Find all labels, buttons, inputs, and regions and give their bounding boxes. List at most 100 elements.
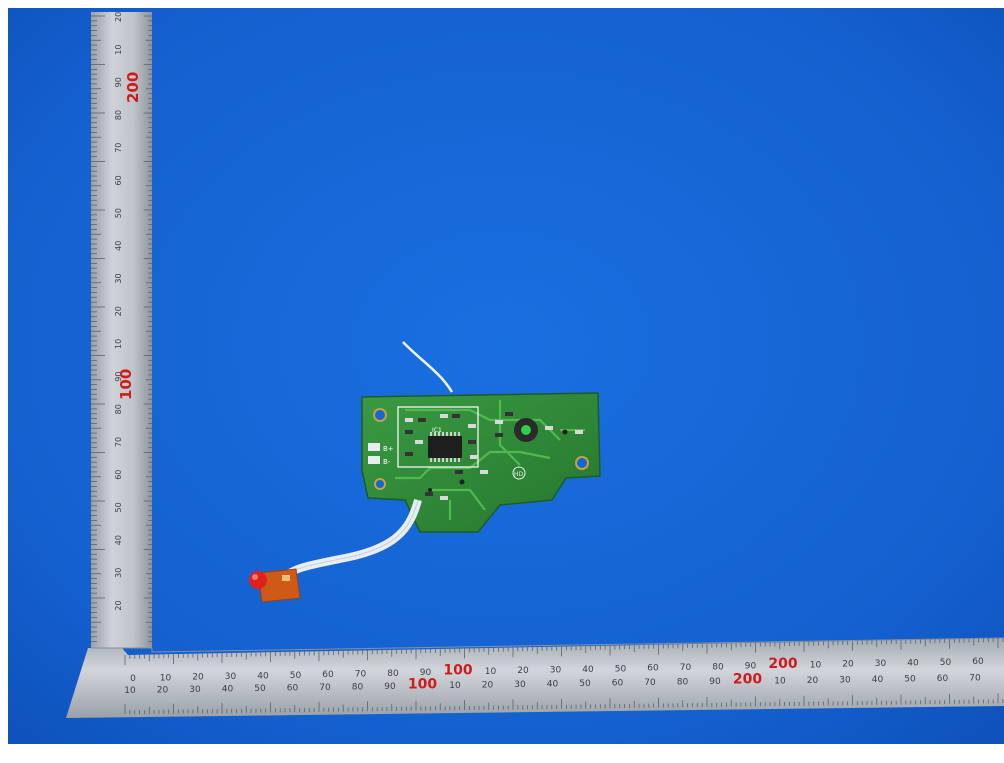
ruler-label: 30 <box>550 666 562 676</box>
smd-component <box>405 452 413 456</box>
ruler-label: 80 <box>352 683 364 693</box>
mounting-hole <box>373 408 387 422</box>
ic-pin <box>430 458 432 462</box>
hd-emblem-text: HD <box>514 471 524 478</box>
ic-pin <box>442 458 444 462</box>
ruler-label: 40 <box>222 685 234 695</box>
photo-border-bottom <box>0 744 1004 763</box>
led-highlight <box>252 574 258 580</box>
ruler-label: 90 <box>114 77 123 87</box>
ruler-label-200: 200 <box>124 72 142 103</box>
ruler-label: 80 <box>387 669 399 679</box>
ruler-label: 50 <box>114 502 123 512</box>
smd-component <box>468 424 476 428</box>
ruler-label: 20 <box>114 12 123 22</box>
ruler-label: 40 <box>547 680 559 690</box>
ruler-label: 20 <box>114 306 123 316</box>
smd-component <box>405 430 413 434</box>
ruler-label: 40 <box>114 535 123 545</box>
ruler-label: 90 <box>384 682 396 692</box>
ic-pin <box>446 458 448 462</box>
ruler-label: 40 <box>907 658 919 668</box>
ruler-label: 30 <box>875 659 887 669</box>
ic-pin <box>442 432 444 436</box>
via <box>562 429 568 435</box>
ruler-label: 70 <box>680 663 692 673</box>
ruler-label: 10 <box>449 681 461 691</box>
ic-pin <box>454 432 456 436</box>
via <box>428 488 432 492</box>
mounting-hole <box>575 456 589 470</box>
photo-border-left <box>0 0 8 763</box>
smd-component <box>405 418 413 422</box>
ruler-label: 20 <box>807 676 819 686</box>
smd-component <box>470 455 478 459</box>
ruler-label: 10 <box>810 660 822 670</box>
label-b-plus: B+ <box>383 445 394 453</box>
ruler-label: 50 <box>290 671 302 681</box>
via <box>459 479 465 485</box>
ruler-label: 10 <box>160 673 172 683</box>
product-photo: 20 10 90 80 70 60 50 40 30 20 10 90 80 70 60 50 40 30 20 2… <box>0 0 1004 763</box>
smd-component <box>495 420 503 424</box>
ruler-label: 20 <box>157 686 169 696</box>
ic-pin <box>446 432 448 436</box>
ruler-label: 100 <box>443 663 472 679</box>
ruler-label: 10 <box>774 676 786 686</box>
ruler-label: 90 <box>745 662 757 672</box>
ruler-label: 70 <box>114 143 123 153</box>
ruler-label: 50 <box>579 679 591 689</box>
ruler-label: 0 <box>130 674 136 684</box>
led-pad <box>282 575 290 581</box>
ruler-label: 30 <box>225 672 237 682</box>
ruler-label-100: 100 <box>117 369 135 400</box>
ic-pin <box>450 458 452 462</box>
smd-component <box>440 496 448 500</box>
ruler-label: 40 <box>257 671 269 681</box>
ruler-label: 10 <box>485 667 497 677</box>
ruler-label: 80 <box>712 662 724 672</box>
ruler-label: 60 <box>322 670 334 680</box>
smd-component <box>452 414 460 418</box>
smd-component <box>418 418 426 422</box>
ic-pin <box>434 458 436 462</box>
ruler-label: 90 <box>709 677 721 687</box>
connector-pad <box>368 443 380 451</box>
ruler-label: 80 <box>114 404 123 414</box>
ruler-label: 20 <box>482 681 494 691</box>
ruler-label: 50 <box>940 658 952 668</box>
ruler-label: 80 <box>114 110 123 120</box>
ruler-label: 60 <box>647 664 659 674</box>
ruler-label: 30 <box>839 675 851 685</box>
ruler-label: 60 <box>972 657 984 667</box>
mounting-hole <box>374 478 386 490</box>
ruler-label: 70 <box>114 437 123 447</box>
photo-border-top <box>0 0 1004 8</box>
ruler-label: 60 <box>287 684 299 694</box>
photo-frame: 20 10 90 80 70 60 50 40 30 20 10 90 80 70 60 50 40 30 20 2… <box>0 0 1004 763</box>
vertical-ruler: 20109080706050403020109080706050403020 2… <box>91 12 152 648</box>
ruler-label: 60 <box>612 679 624 689</box>
ruler-label: 20 <box>192 673 204 683</box>
smd-component <box>415 440 423 444</box>
smd-component <box>545 426 553 430</box>
ic-pin <box>438 458 440 462</box>
ruler-label: 100 <box>408 677 437 693</box>
ruler-label: 50 <box>904 674 916 684</box>
ruler-label: 70 <box>644 678 656 688</box>
smd-component <box>455 470 463 474</box>
label-b-minus: B- <box>383 458 391 466</box>
smd-component <box>480 470 488 474</box>
inductor-core <box>521 425 531 435</box>
ruler-label: 20 <box>842 660 854 670</box>
ic-pin <box>454 458 456 462</box>
ruler-label: 20 <box>114 600 123 610</box>
ruler-label: 20 <box>517 666 529 676</box>
ic-pin <box>458 432 460 436</box>
smd-component <box>440 414 448 418</box>
led-lens <box>249 571 267 589</box>
ruler-label: 60 <box>114 470 123 480</box>
ruler-label: 40 <box>582 665 594 675</box>
ruler-label: 30 <box>189 685 201 695</box>
ruler-label: 200 <box>733 672 762 688</box>
